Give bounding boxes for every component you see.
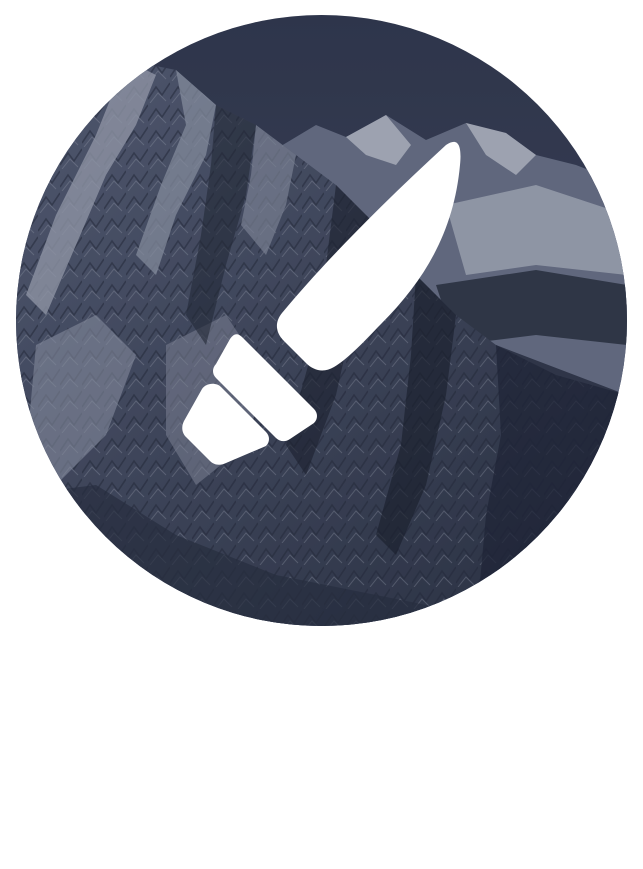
mountain-emblem	[16, 15, 627, 626]
